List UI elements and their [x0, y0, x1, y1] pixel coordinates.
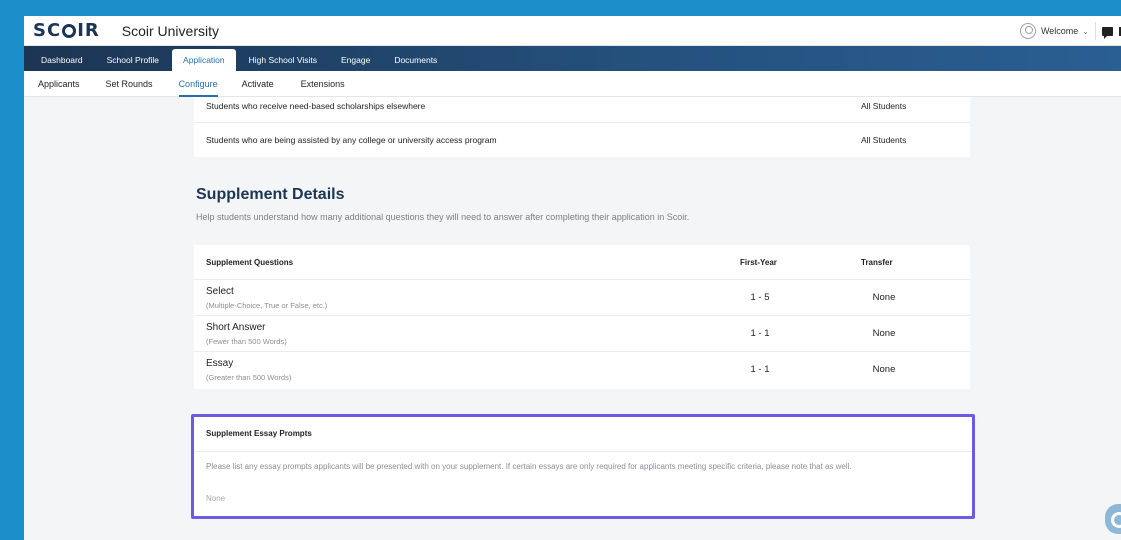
logo-text-sc: SC — [33, 20, 62, 41]
subnav-set-rounds[interactable]: Set Rounds — [106, 71, 153, 97]
logo-text-ir: IR — [77, 20, 100, 41]
essay-prompts-title: Supplement Essay Prompts — [206, 429, 312, 438]
eligibility-card: Students who receive need-based scholars… — [194, 97, 970, 157]
eligibility-value: All Students — [861, 101, 907, 111]
supplement-table: Supplement Questions First-Year Transfer… — [194, 245, 970, 389]
main-nav: Dashboard School Profile Application Hig… — [24, 46, 1121, 71]
table-row: Essay (Greater than 500 Words) 1 - 1 Non… — [194, 352, 970, 389]
question-type: Short Answer — [206, 322, 266, 333]
subnav-configure[interactable]: Configure — [178, 71, 218, 97]
chevron-down-icon[interactable]: ⌄ — [1082, 27, 1089, 36]
nav-engage[interactable]: Engage — [330, 49, 381, 71]
table-row: Select (Multiple-Choice, True or False, … — [194, 280, 970, 316]
question-type: Select — [206, 286, 234, 297]
section-title: Supplement Details — [196, 186, 345, 203]
nav-high-school-visits[interactable]: High School Visits — [238, 49, 328, 71]
essay-prompts-description: Please list any essay prompts applicants… — [206, 462, 852, 471]
eligibility-value: All Students — [861, 135, 907, 145]
subnav-activate[interactable]: Activate — [242, 71, 274, 97]
logo-o-ring — [62, 23, 77, 38]
welcome-menu[interactable]: Welcome — [1041, 26, 1078, 36]
question-type: Essay — [206, 358, 234, 369]
chat-icon[interactable] — [1102, 26, 1113, 39]
app-window: SC IR Scoir University Welcome ⌄ Dashboar… — [24, 16, 1121, 540]
top-bar: SC IR Scoir University Welcome ⌄ — [24, 16, 1121, 46]
eligibility-text: Students who receive need-based scholars… — [206, 101, 426, 111]
help-chat-icon[interactable] — [1105, 504, 1121, 534]
eligibility-text: Students who are being assisted by any c… — [206, 135, 497, 145]
essay-prompts-panel[interactable]: Supplement Essay Prompts Please list any… — [191, 414, 975, 519]
question-desc: (Fewer than 500 Words) — [206, 337, 287, 346]
header-transfer: Transfer — [861, 258, 893, 267]
table-header: Supplement Questions First-Year Transfer — [194, 245, 970, 280]
eligibility-row: Students who are being assisted by any c… — [194, 123, 970, 157]
nav-application[interactable]: Application — [172, 49, 236, 71]
table-row: Short Answer (Fewer than 500 Words) 1 - … — [194, 316, 970, 352]
nav-dashboard[interactable]: Dashboard — [30, 49, 94, 71]
section-subtitle: Help students understand how many additi… — [196, 212, 690, 222]
nav-school-profile[interactable]: School Profile — [96, 49, 170, 71]
university-name: Scoir University — [121, 22, 219, 39]
divider — [194, 451, 972, 452]
first-year-count: 1 - 5 — [750, 292, 770, 303]
first-year-count: 1 - 1 — [750, 328, 770, 339]
user-area: Welcome ⌄ — [1019, 16, 1121, 46]
question-desc: (Greater than 500 Words) — [206, 373, 292, 382]
user-avatar-icon[interactable] — [1019, 23, 1036, 39]
header-first-year: First-Year — [740, 258, 777, 267]
subnav-extensions[interactable]: Extensions — [301, 71, 345, 97]
subnav-applicants[interactable]: Applicants — [38, 71, 80, 97]
transfer-count: None — [872, 364, 896, 375]
divider — [1095, 22, 1096, 40]
nav-documents[interactable]: Documents — [383, 49, 448, 71]
scoir-logo[interactable]: SC IR — [33, 20, 100, 41]
transfer-count: None — [872, 328, 896, 339]
header-supplement-questions: Supplement Questions — [206, 258, 294, 267]
first-year-count: 1 - 1 — [750, 364, 770, 375]
question-desc: (Multiple-Choice, True or False, etc.) — [206, 301, 328, 310]
essay-prompts-value: None — [206, 494, 226, 503]
sub-nav: Applicants Set Rounds Configure Activate… — [24, 71, 1121, 97]
transfer-count: None — [872, 292, 896, 303]
eligibility-row: Students who receive need-based scholars… — [194, 97, 970, 123]
